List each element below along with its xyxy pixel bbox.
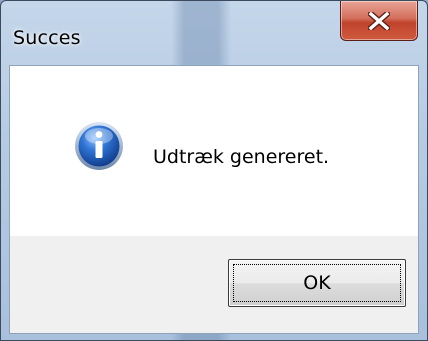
close-icon bbox=[368, 11, 390, 30]
ok-button[interactable]: OK bbox=[228, 259, 406, 307]
window-title: Succes bbox=[13, 27, 81, 49]
title-bar[interactable]: Succes bbox=[1, 1, 427, 65]
close-button[interactable] bbox=[340, 1, 418, 41]
dialog-window: Succes Udtræk genereret. OK bbox=[0, 0, 428, 341]
ok-button-label: OK bbox=[303, 272, 331, 294]
message-area: Udtræk genereret. bbox=[10, 66, 418, 236]
information-icon bbox=[75, 122, 123, 170]
message-text: Udtræk genereret. bbox=[153, 146, 330, 168]
dialog-body: Udtræk genereret. OK bbox=[9, 65, 419, 334]
